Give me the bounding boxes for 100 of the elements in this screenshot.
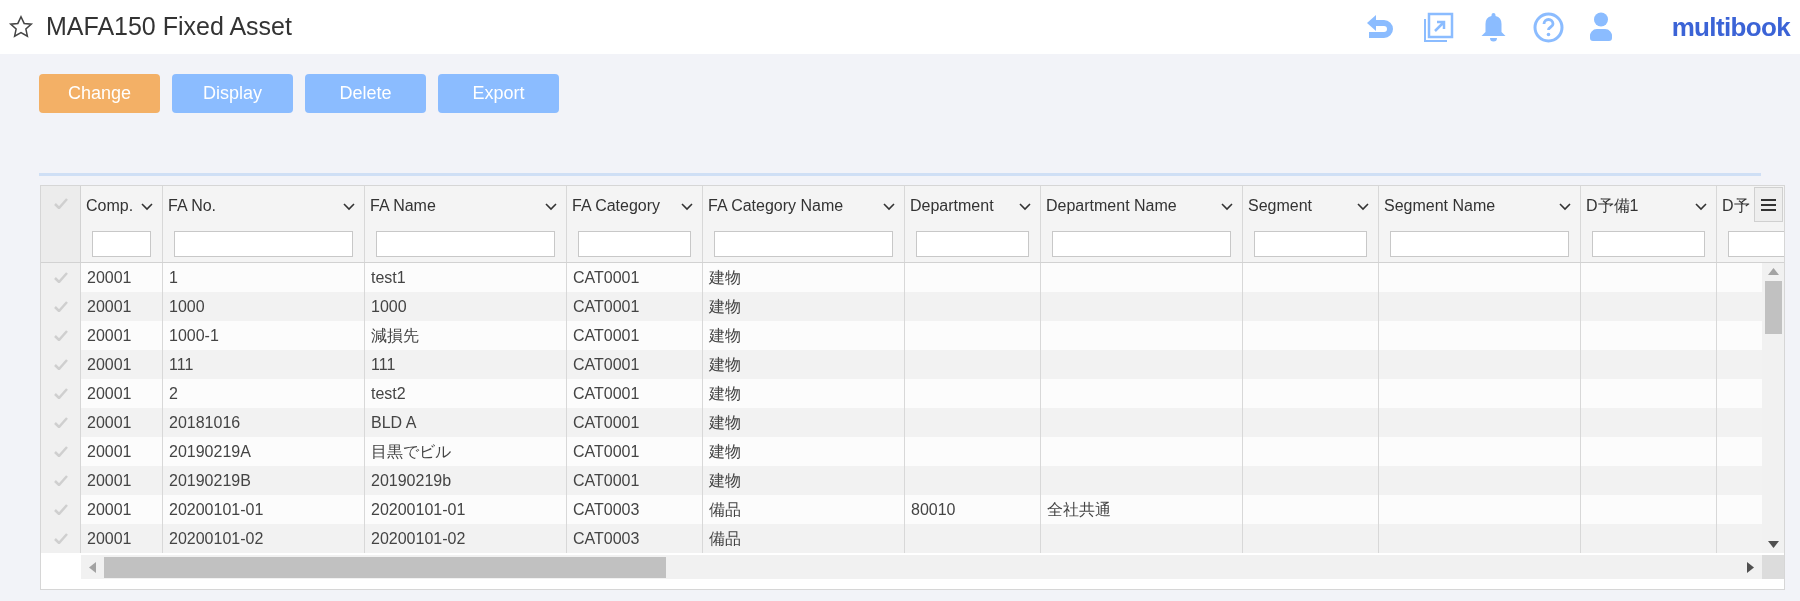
chevron-down-icon[interactable] [1559,203,1571,211]
chevron-down-icon[interactable] [1019,203,1031,211]
table-cell-text: CAT0003 [573,528,640,549]
table-cell-text: 建物 [709,383,741,404]
filter-field[interactable] [1052,231,1231,257]
chevron-down-icon[interactable] [343,203,355,211]
table-cell-text: CAT0001 [573,325,640,346]
bell-icon[interactable] [1479,12,1507,42]
table-cell-text: 減損先 [371,325,419,346]
table-cell-text: 全社共通 [1047,499,1111,520]
table-cell-text: 20190219A [169,441,251,462]
table-cell-text: 20200101-02 [169,528,264,549]
chevron-down-icon[interactable] [545,203,557,211]
column-header[interactable]: FA Category Name [708,194,844,218]
column-header[interactable]: D予 [1722,194,1750,218]
page-title: MAFA150 Fixed Asset [46,11,292,43]
table-cell-text: 1000 [371,296,407,317]
table-cell-text: 20001 [87,441,132,462]
table-cell-text: 1 [169,267,178,288]
table-cell-text: 20001 [87,296,132,317]
row-checkbox[interactable] [53,359,68,370]
table-cell-text: 20200101-01 [371,499,466,520]
table-cell-text: 20001 [87,354,132,375]
table-cell-text: 目黒でビル [371,441,451,462]
select-all-checkbox[interactable] [53,198,68,209]
filter-field[interactable] [578,231,691,257]
scroll-up-icon[interactable] [1767,268,1779,275]
chevron-down-icon[interactable] [1357,203,1369,211]
filter-field[interactable] [1390,231,1569,257]
chevron-down-icon[interactable] [1695,203,1707,211]
table-cell-text: 20001 [87,470,132,491]
table-cell-text: 1000-1 [169,325,219,346]
table-cell-text: CAT0003 [573,499,640,520]
row-checkbox[interactable] [53,301,68,312]
table-cell-text: 1000 [169,296,205,317]
chevron-down-icon[interactable] [681,203,693,211]
table-cell-text: 111 [371,354,396,375]
chevron-down-icon[interactable] [1221,203,1233,211]
popout-icon[interactable] [1422,11,1454,43]
column-header[interactable]: Comp. [86,194,134,218]
column-header[interactable]: FA Name [370,194,436,218]
scroll-right-icon[interactable] [1747,561,1754,573]
row-checkbox[interactable] [53,388,68,399]
table-cell-text: 20001 [87,383,132,404]
table-cell-text: CAT0001 [573,354,640,375]
table-cell-text: 備品 [709,499,741,520]
table-cell-text: 20001 [87,267,132,288]
column-header[interactable]: Segment Name [1384,194,1496,218]
filter-field[interactable] [376,231,555,257]
filter-field[interactable] [714,231,893,257]
table-cell-text: 建物 [709,354,741,375]
table-cell-text: 20200101-02 [371,528,466,549]
table-cell-text: CAT0001 [573,383,640,404]
table-cell-text: 20200101-01 [169,499,264,520]
chevron-down-icon[interactable] [883,203,895,211]
table-cell-text: 20190219b [371,470,452,491]
row-checkbox[interactable] [53,504,68,515]
scrollbar-thumb[interactable] [104,556,666,578]
filter-field[interactable] [174,231,353,257]
row-checkbox[interactable] [53,533,68,544]
row-checkbox[interactable] [53,330,68,341]
scrollbar-thumb[interactable] [1764,281,1782,334]
row-checkbox[interactable] [53,475,68,486]
table-cell-text: CAT0001 [573,412,640,433]
table-cell-text: 建物 [709,296,741,317]
table-cell-text: 20190219B [169,470,251,491]
table-cell-text: 建物 [709,267,741,288]
filter-field[interactable] [1592,231,1705,257]
brand-logo: multibook [1671,10,1790,44]
filter-field[interactable] [92,231,151,257]
column-header[interactable]: FA Category [572,194,661,218]
table-cell-text: 建物 [709,412,741,433]
column-header[interactable]: D予備1 [1586,194,1639,218]
scroll-left-icon[interactable] [89,561,96,573]
column-menu-button[interactable] [1754,187,1783,222]
filter-field[interactable] [1254,231,1367,257]
help-icon[interactable] [1532,11,1564,43]
table-cell-text: 111 [169,354,194,375]
chevron-down-icon[interactable] [141,203,153,211]
filter-field[interactable] [916,231,1029,257]
table-cell-text: 20001 [87,412,132,433]
table-cell-text: 20181016 [169,412,241,433]
column-header[interactable]: Department Name [1046,194,1177,218]
user-icon[interactable] [1589,12,1612,42]
table-cell-text: 80010 [911,499,956,520]
row-checkbox[interactable] [53,272,68,283]
column-header[interactable]: FA No. [168,194,217,218]
table-cell-text: test2 [371,383,406,404]
column-header[interactable]: Department [910,194,994,218]
scroll-down-icon[interactable] [1767,541,1779,548]
vertical-scrollbar[interactable] [1762,263,1784,553]
table-cell-text: 20001 [87,325,132,346]
table-cell-text: 備品 [709,528,741,549]
table-cell-text: 建物 [709,325,741,346]
horizontal-scrollbar[interactable] [81,555,1762,579]
star-icon[interactable] [8,14,34,40]
row-checkbox[interactable] [53,446,68,457]
table-cell-text: CAT0001 [573,296,640,317]
row-checkbox[interactable] [53,417,68,428]
column-header[interactable]: Segment [1248,194,1313,218]
